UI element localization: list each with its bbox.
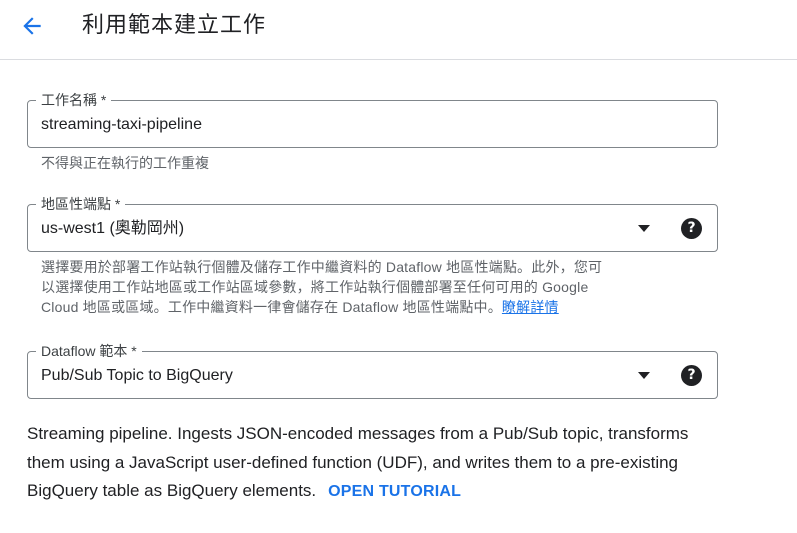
open-tutorial-link[interactable]: OPEN TUTORIAL [328,483,461,500]
region-label: 地區性端點 * [36,195,126,213]
job-name-field[interactable]: 工作名稱 * [27,91,718,148]
region-hint: 選擇要用於部署工作站執行個體及儲存工作中繼資料的 Dataflow 地區性端點。… [41,257,681,317]
template-label: Dataflow 範本 * [36,342,142,360]
job-name-input[interactable] [41,113,701,137]
template-description: Streaming pipeline. Ingests JSON-encoded… [27,420,727,507]
help-icon[interactable]: ? [681,365,702,386]
description-line: BigQuery table as BigQuery elements. [27,481,317,500]
arrow-drop-down-icon[interactable] [638,372,650,379]
help-icon[interactable]: ? [681,218,702,239]
region-hint-line: Cloud 地區或區域。工作中繼資料一律會儲存在 Dataflow 地區性端點中… [41,299,502,315]
description-line: them using a JavaScript user-defined fun… [27,452,679,472]
job-name-label: 工作名稱 * [36,91,112,109]
learn-more-link[interactable]: 瞭解詳情 [502,299,559,315]
arrow-back-icon [23,17,41,35]
back-button[interactable] [14,8,50,44]
region-value: us-west1 (奧勒岡州) [41,220,185,237]
region-select[interactable]: 地區性端點 * us-west1 (奧勒岡州) ? [27,195,718,252]
arrow-drop-down-icon[interactable] [638,225,650,232]
region-hint-line: 以選擇使用工作站地區或工作站區域參數，將工作站執行個體部署至任何可用的 Goog… [41,279,589,295]
page-header: 利用範本建立工作 [0,0,797,60]
template-value: Pub/Sub Topic to BigQuery [41,367,233,384]
template-select[interactable]: Dataflow 範本 * Pub/Sub Topic to BigQuery … [27,342,718,399]
page-title: 利用範本建立工作 [82,12,267,37]
description-line: Streaming pipeline. Ingests JSON-encoded… [27,424,689,443]
job-name-hint: 不得與正在執行的工作重複 [41,155,209,171]
region-hint-line: 選擇要用於部署工作站執行個體及儲存工作中繼資料的 Dataflow 地區性端點。… [41,259,603,275]
